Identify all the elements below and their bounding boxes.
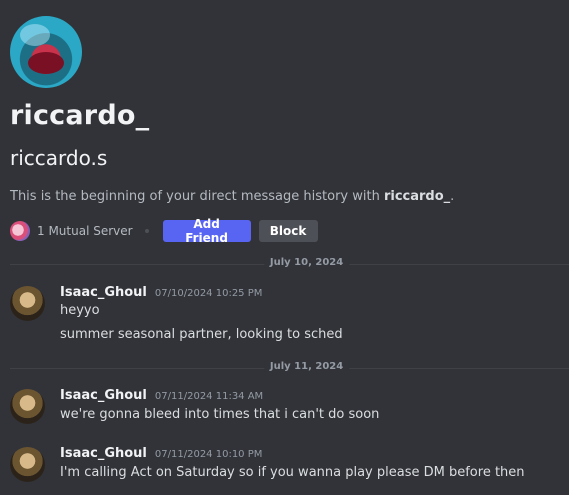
avatar-mouth (28, 52, 64, 74)
author-name[interactable]: Isaac_Ghoul (60, 446, 147, 461)
intro-username[interactable]: riccardo_ (384, 189, 450, 204)
mutual-server-icon[interactable] (10, 221, 30, 241)
intro-prefix: This is the beginning of your direct mes… (10, 189, 384, 204)
date-divider: July 11, 2024 (10, 361, 569, 372)
message-header: Isaac_Ghoul 07/11/2024 11:34 AM (60, 388, 263, 403)
profile-actions: 1 Mutual Server Add Friend Block (10, 217, 318, 245)
date-divider: July 10, 2024 (10, 257, 569, 268)
message-text[interactable]: heyyo (60, 303, 100, 318)
author-name[interactable]: Isaac_Ghoul (60, 388, 147, 403)
intro-suffix: . (450, 189, 455, 204)
date-divider-label: July 10, 2024 (263, 257, 350, 268)
mutual-servers-link[interactable]: 1 Mutual Server (37, 224, 133, 238)
message-header: Isaac_Ghoul 07/11/2024 10:10 PM (60, 446, 262, 461)
message-text[interactable]: summer seasonal partner, looking to sche… (60, 327, 343, 342)
dm-intro-text: This is the beginning of your direct mes… (10, 189, 454, 204)
profile-avatar[interactable] (10, 16, 82, 88)
message-text[interactable]: we're gonna bleed into times that i can'… (60, 407, 379, 422)
author-avatar[interactable] (10, 286, 45, 321)
message-timestamp[interactable]: 07/11/2024 10:10 PM (155, 449, 262, 460)
message-text[interactable]: I'm calling Act on Saturday so if you wa… (60, 465, 525, 480)
author-avatar[interactable] (10, 389, 45, 424)
message-timestamp[interactable]: 07/10/2024 10:25 PM (155, 288, 262, 299)
add-friend-button[interactable]: Add Friend (162, 217, 251, 245)
message-timestamp[interactable]: 07/11/2024 11:34 AM (155, 391, 263, 402)
profile-display-name[interactable]: riccardo_ (10, 100, 149, 131)
date-divider-label: July 11, 2024 (263, 361, 350, 372)
author-avatar[interactable] (10, 447, 45, 482)
separator-dot (144, 229, 149, 233)
avatar-highlight (20, 24, 50, 46)
author-name[interactable]: Isaac_Ghoul (60, 285, 147, 300)
block-button[interactable]: Block (258, 220, 318, 242)
message-header: Isaac_Ghoul 07/10/2024 10:25 PM (60, 285, 262, 300)
profile-username: riccardo.s (10, 146, 108, 170)
